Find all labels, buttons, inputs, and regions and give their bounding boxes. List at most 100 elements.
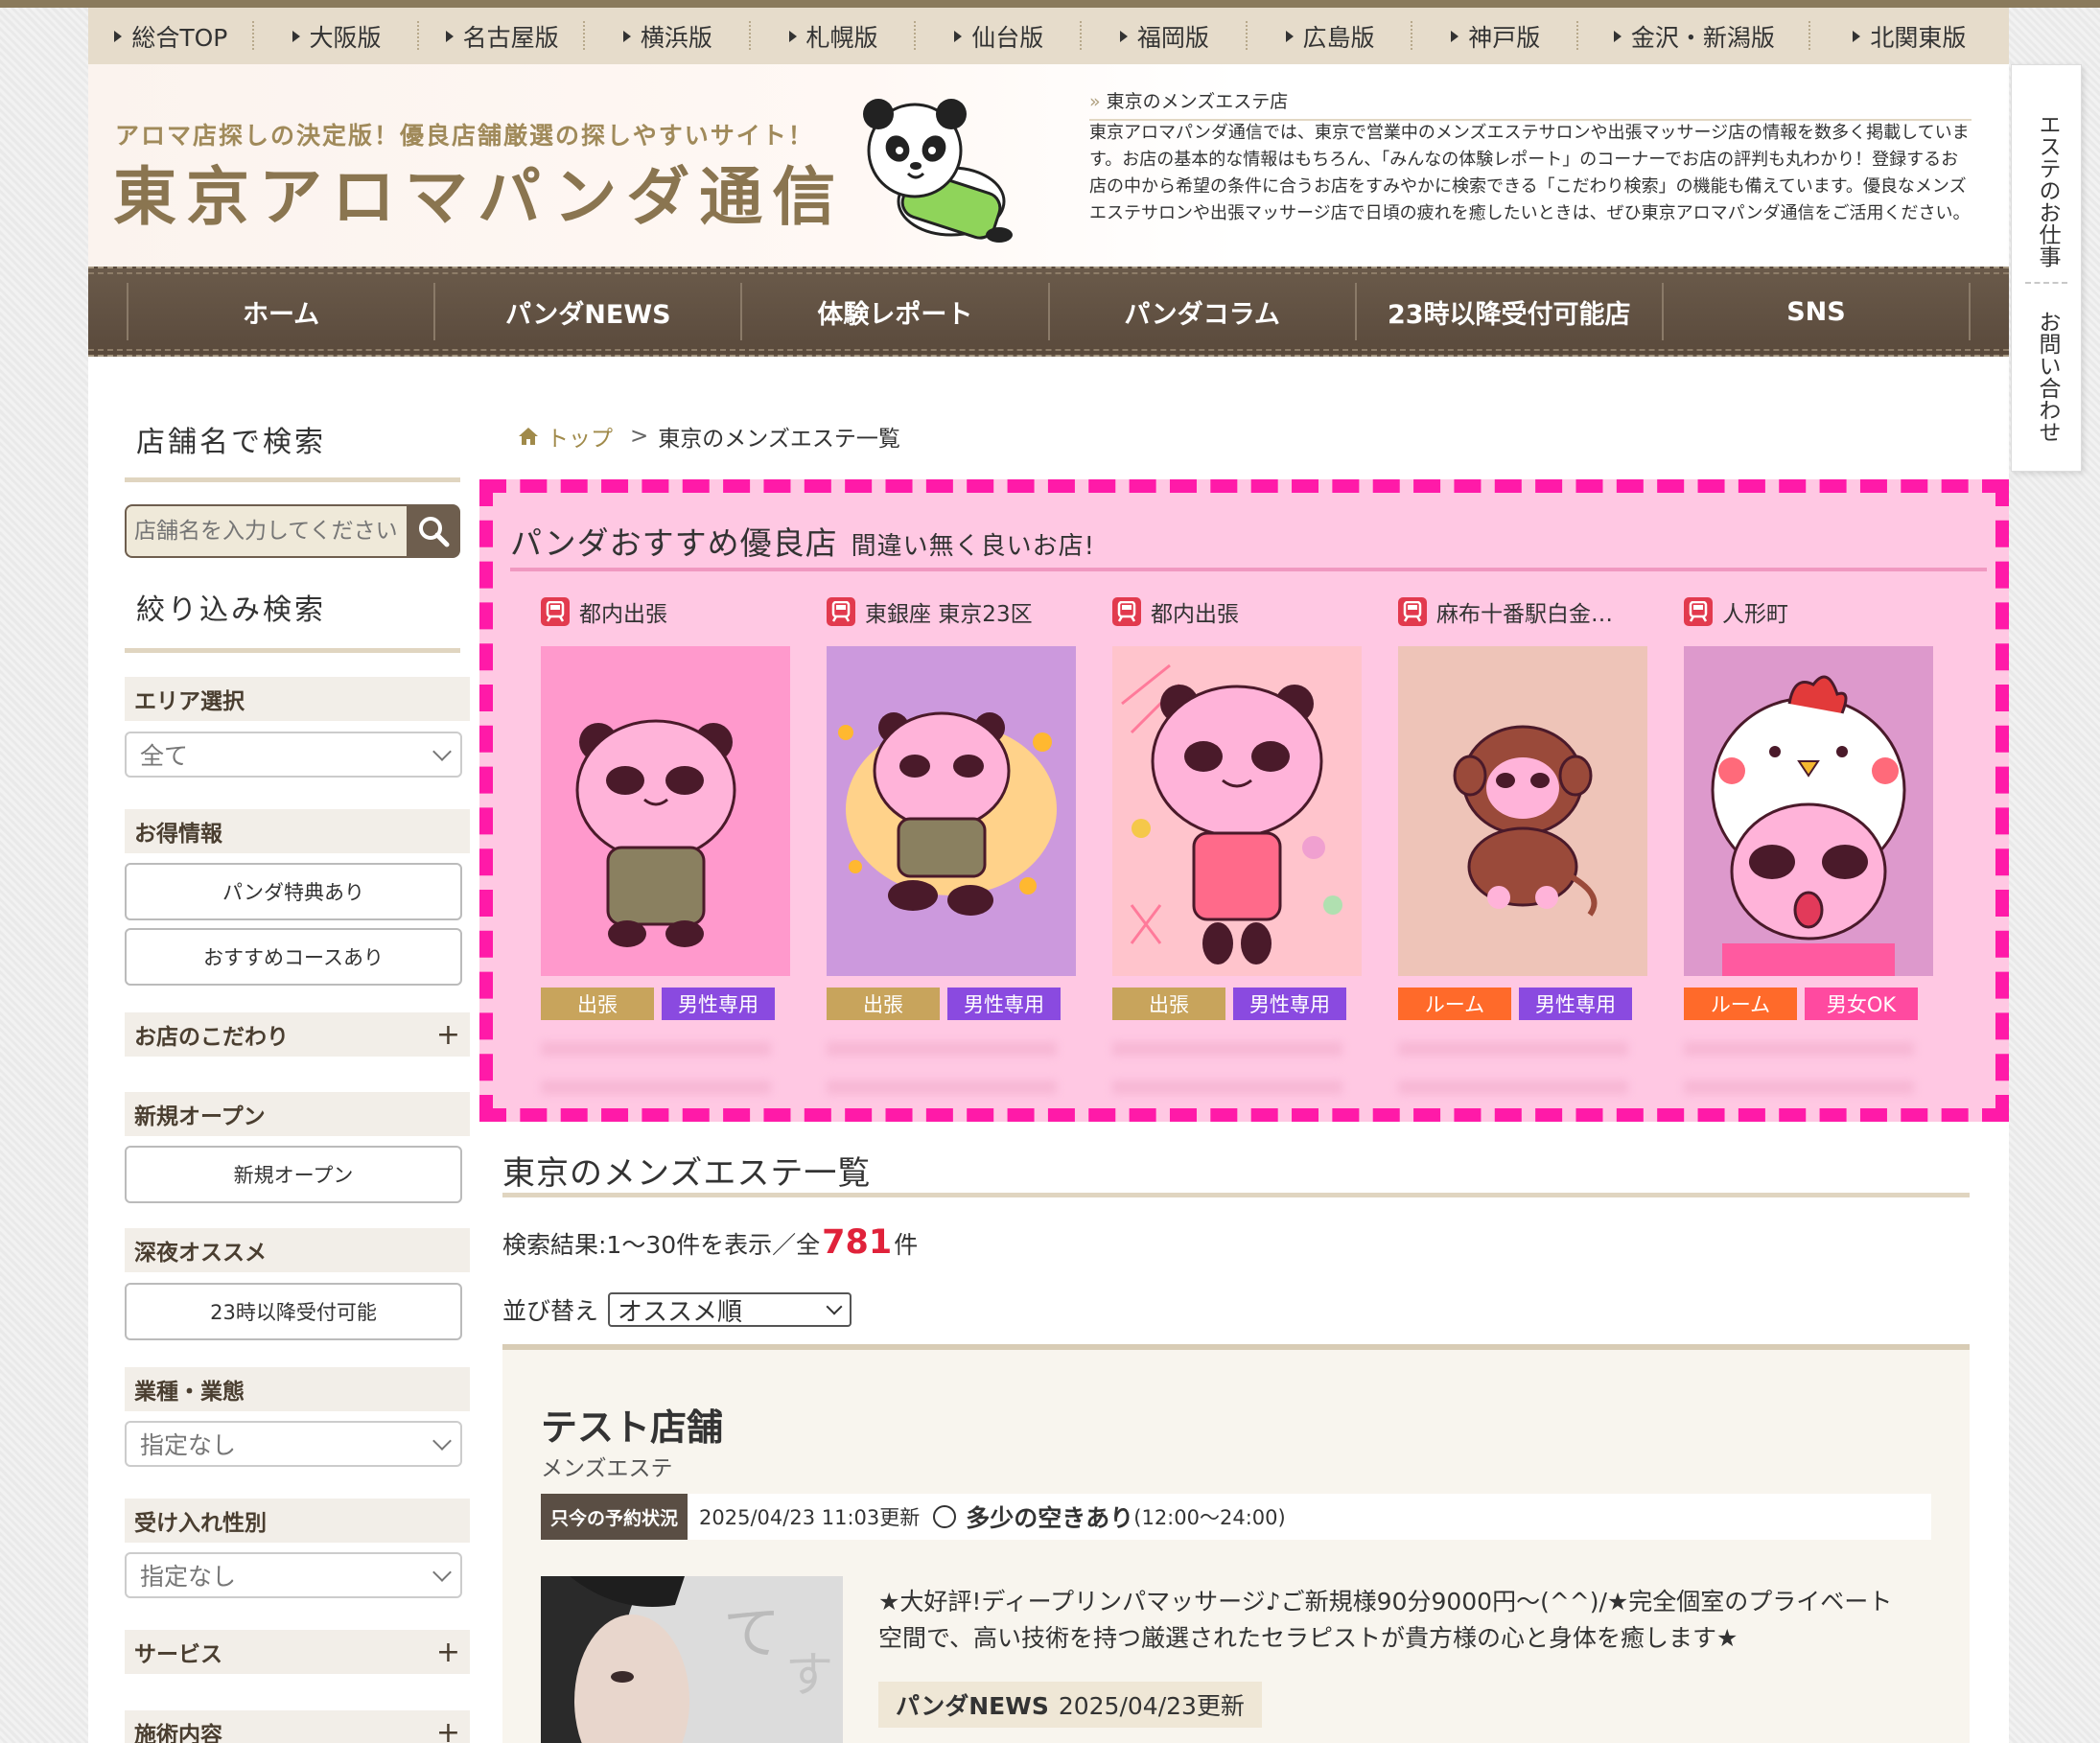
nav-column[interactable]: パンダコラム xyxy=(1047,283,1355,340)
card-blurred-text xyxy=(541,1031,771,1107)
triangle-right-icon xyxy=(1285,30,1294,42)
region-link-1[interactable]: 大阪版 xyxy=(254,8,420,64)
deal-panda-bonus-button[interactable]: パンダ特典あり xyxy=(125,863,462,920)
recommended-card[interactable]: 都内出張 出張 男性専用 xyxy=(541,594,790,1107)
nav-panda-news[interactable]: パンダNEWS xyxy=(433,283,740,340)
card-area: 人形町 xyxy=(1684,594,1933,629)
status-updated-time: 2025/04/23 11:03更新 xyxy=(699,1506,921,1529)
region-link-10[interactable]: 北関東版 xyxy=(1810,8,2009,64)
train-icon xyxy=(1684,597,1713,626)
shop-type: メンズエステ xyxy=(541,1456,673,1481)
monkey-panda-illustration-image xyxy=(1398,646,1647,976)
region-label: 金沢・新潟版 xyxy=(1630,23,1775,52)
region-link-9[interactable]: 金沢・新潟版 xyxy=(1578,8,1810,64)
triangle-right-icon xyxy=(954,30,963,42)
new-open-button[interactable]: 新規オープン xyxy=(125,1146,462,1203)
triangle-right-icon xyxy=(114,30,123,42)
treatment-filter-toggle[interactable]: 施術内容 + xyxy=(125,1710,470,1743)
card-area-text: 人形町 xyxy=(1722,602,1788,627)
raquo-icon: » xyxy=(1089,91,1101,112)
plus-icon: + xyxy=(435,1715,460,1743)
nav-sns[interactable]: SNS xyxy=(1661,283,1972,340)
deal-recommended-course-button[interactable]: おすすめコースあり xyxy=(125,928,462,986)
shop-search-form xyxy=(125,504,460,558)
shop-search-input[interactable] xyxy=(125,504,407,558)
nav-home[interactable]: ホーム xyxy=(127,283,433,340)
sort-select-value: オススメ順 xyxy=(618,1297,743,1327)
region-link-2[interactable]: 名古屋版 xyxy=(419,8,585,64)
card-tags: 出張 男性専用 xyxy=(827,988,1061,1020)
business-hours: (12:00〜24:00) xyxy=(1133,1506,1286,1529)
region-link-7[interactable]: 広島版 xyxy=(1248,8,1413,64)
shop-panda-news[interactable]: パンダNEWS 2025/04/23更新 xyxy=(878,1682,1262,1728)
card-area: 東銀座 東京23区 xyxy=(827,594,1076,629)
late-night-button[interactable]: 23時以降受付可能 xyxy=(125,1283,462,1340)
card-area: 都内出張 xyxy=(541,594,790,629)
side-tab: エステのお仕事 お問い合わせ xyxy=(2011,64,2082,472)
intro-title-text: 東京のメンズエステ店 xyxy=(1106,91,1289,112)
card-area-text: 麻布十番駅白金… xyxy=(1436,602,1613,627)
card-tag: 出張 xyxy=(1112,988,1225,1020)
nav-report[interactable]: 体験レポート xyxy=(740,283,1047,340)
search-button[interactable] xyxy=(407,504,460,558)
region-label: 神戸版 xyxy=(1468,23,1541,52)
card-area-text: 都内出張 xyxy=(1151,602,1239,627)
heading-underline xyxy=(125,648,460,653)
region-link-0[interactable]: 総合TOP xyxy=(88,8,254,64)
card-tag: ルーム xyxy=(1684,988,1797,1020)
result-prefix: 検索結果:1〜30件を表示／全 xyxy=(502,1231,821,1259)
service-filter-toggle[interactable]: サービス + xyxy=(125,1630,470,1674)
triangle-right-icon xyxy=(1119,30,1128,42)
recommended-subtitle: 間違い無く良いお店! xyxy=(851,532,1096,561)
recommended-card[interactable]: 人形町 ルーム 男女OK xyxy=(1684,594,1933,1107)
kodawari-filter-toggle[interactable]: お店のこだわり + xyxy=(125,1012,470,1057)
shop-therapist-photo[interactable]: て す xyxy=(541,1576,843,1743)
shop-listing-card: テスト店舗 メンズエステ 只今の予約状況 2025/04/23 11:03更新 … xyxy=(502,1344,1970,1743)
chicken-panda-illustration-image xyxy=(1684,646,1933,976)
main-nav: ホーム パンダNEWS 体験レポート パンダコラム 23時以降受付可能店 SNS xyxy=(88,267,2009,357)
region-link-8[interactable]: 神戸版 xyxy=(1412,8,1578,64)
region-label: 横浜版 xyxy=(640,23,712,52)
region-link-5[interactable]: 仙台版 xyxy=(916,8,1082,64)
business-type-select[interactable]: 指定なし xyxy=(125,1421,462,1467)
gender-select-value: 指定なし xyxy=(140,1563,237,1591)
filter-heading: 絞り込み検索 xyxy=(136,593,326,627)
search-heading: 店舗名で検索 xyxy=(136,426,326,459)
treatment-label: 施術内容 xyxy=(134,1723,222,1743)
recommended-card[interactable]: 東銀座 東京23区 出張 男性専用 xyxy=(827,594,1076,1107)
region-link-3[interactable]: 横浜版 xyxy=(585,8,751,64)
circle-availability-icon xyxy=(933,1505,957,1528)
card-blurred-text xyxy=(1684,1031,1914,1107)
chevron-down-icon xyxy=(826,1298,843,1315)
gender-select[interactable]: 指定なし xyxy=(125,1552,462,1598)
intro-title: » 東京のメンズエステ店 xyxy=(1089,87,1972,121)
triangle-right-icon xyxy=(788,30,797,42)
region-label: 仙台版 xyxy=(971,23,1044,52)
region-label: 大阪版 xyxy=(309,23,382,52)
shop-name-link[interactable]: テスト店舗 xyxy=(541,1398,723,1451)
site-logo[interactable]: 東京アロマパンダ通信 xyxy=(113,146,845,238)
region-link-4[interactable]: 札幌版 xyxy=(751,8,917,64)
train-icon xyxy=(827,597,855,626)
side-tab-contact-link[interactable]: お問い合わせ xyxy=(2012,305,2083,449)
nav-late-night[interactable]: 23時以降受付可能店 xyxy=(1354,283,1662,340)
card-area-text: 都内出張 xyxy=(579,602,667,627)
therapist-photo-image: て す xyxy=(541,1576,843,1743)
train-icon xyxy=(1112,597,1141,626)
region-link-6[interactable]: 福岡版 xyxy=(1082,8,1248,64)
list-title-underline xyxy=(502,1193,1970,1197)
availability-text: 多少の空きあり xyxy=(966,1504,1134,1532)
train-icon xyxy=(541,597,570,626)
sort-select[interactable]: オススメ順 xyxy=(608,1292,852,1327)
side-tab-job-link[interactable]: エステのお仕事 xyxy=(2012,94,2083,286)
train-icon xyxy=(1398,597,1427,626)
chevron-down-icon xyxy=(432,1563,452,1582)
recommended-card[interactable]: 都内出張 出張 男性専用 xyxy=(1112,594,1362,1107)
area-select-value: 全て xyxy=(140,742,189,770)
late-night-filter-label: 深夜オススメ xyxy=(125,1228,470,1272)
breadcrumb-home[interactable]: トップ xyxy=(518,420,613,453)
recommended-card[interactable]: 麻布十番駅白金… ルーム 男性専用 xyxy=(1398,594,1647,1107)
card-tag: 男性専用 xyxy=(1233,988,1346,1020)
page-container: 総合TOP 大阪版 名古屋版 横浜版 札幌版 仙台版 福岡版 広島版 神戸版 金… xyxy=(88,8,2009,1743)
area-select[interactable]: 全て xyxy=(125,732,462,778)
